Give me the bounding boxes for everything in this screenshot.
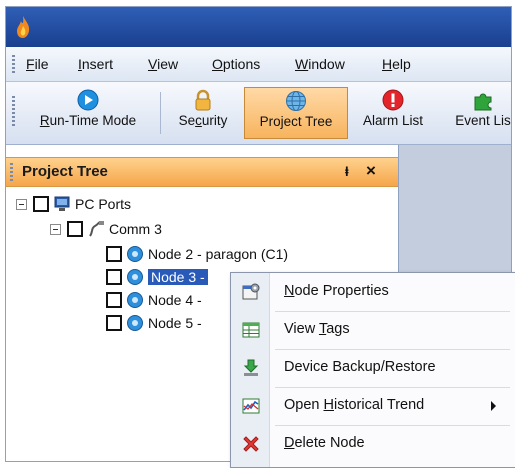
flame-icon [17, 16, 30, 38]
puzzle-icon [474, 93, 492, 111]
pc-icon [54, 196, 70, 211]
pin-icon[interactable]: ⱡ [345, 164, 349, 179]
menu-item-open-historical-trend[interactable]: Open Historical Trend [231, 387, 515, 425]
node-icon [127, 315, 143, 331]
alarm-icon [382, 89, 404, 111]
menu-window[interactable]: Window [295, 56, 345, 72]
collapse-icon[interactable] [50, 223, 61, 235]
tree-item-node-3[interactable]: Node 3 - [106, 267, 208, 287]
menu-item-label: View Tags [284, 321, 350, 337]
tree-item-comm-3[interactable]: Comm 3 [50, 219, 162, 239]
menu-help[interactable]: Help [382, 56, 411, 72]
delete-icon [243, 436, 259, 452]
panel-title: Project Tree [22, 163, 108, 180]
menu-insert[interactable]: Insert [78, 56, 113, 72]
panel-header: Project Tree ⱡ × [6, 157, 398, 187]
checkbox[interactable] [33, 196, 49, 212]
globe-icon [286, 91, 306, 111]
collapse-icon[interactable] [16, 198, 27, 210]
menu-item-delete-node[interactable]: Delete Node [231, 425, 515, 463]
tree-label: Node 5 - [148, 315, 202, 331]
menu-item-view-tags[interactable]: View Tags [231, 311, 515, 349]
panel-grip[interactable] [10, 163, 13, 181]
run-time-mode-button[interactable]: Run-Time Mode [20, 87, 156, 139]
menu-item-node-properties[interactable]: Node Properties [231, 273, 515, 311]
checkbox[interactable] [106, 315, 122, 331]
menu-view[interactable]: View [148, 56, 178, 72]
node-icon [127, 246, 143, 262]
tree-label: Node 4 - [148, 292, 202, 308]
lock-icon [195, 89, 211, 111]
backup-icon [243, 359, 259, 376]
trend-icon [242, 398, 260, 414]
tree-item-node-5[interactable]: Node 5 - [106, 313, 202, 333]
checkbox[interactable] [106, 246, 122, 262]
table-icon [242, 322, 260, 338]
checkbox[interactable] [106, 269, 122, 285]
close-icon[interactable]: × [366, 161, 376, 181]
menu-options[interactable]: Options [212, 56, 260, 72]
context-menu: Node Properties View Tags Device Backup/… [230, 272, 515, 468]
menu-bar: File Insert View Options Window Help [6, 47, 511, 82]
toolbar-separator [160, 92, 161, 134]
cable-icon [89, 221, 104, 237]
project-tree-button[interactable]: Project Tree [244, 87, 348, 139]
menubar-grip[interactable] [12, 55, 15, 73]
security-button[interactable]: Security [166, 87, 240, 139]
menu-item-device-backup-restore[interactable]: Device Backup/Restore [231, 349, 515, 387]
toolbar: Run-Time Mode Security Project Tree Alar… [6, 82, 511, 145]
menu-file[interactable]: File [26, 56, 49, 72]
toolbar-grip[interactable] [12, 96, 15, 126]
event-list-button[interactable]: Event Lis [438, 87, 511, 139]
tree-item-pc-ports[interactable]: PC Ports [16, 194, 131, 214]
tree-label-selected: Node 3 - [148, 269, 208, 285]
menu-item-label: Delete Node [284, 435, 365, 451]
menu-item-label: Open Historical Trend [284, 397, 425, 413]
alarm-list-button[interactable]: Alarm List [352, 87, 434, 139]
properties-icon [242, 283, 260, 300]
tree-label: Comm 3 [109, 221, 162, 237]
tree-item-node-2[interactable]: Node 2 - paragon (C1) [106, 244, 288, 264]
title-bar [6, 7, 511, 47]
node-icon [127, 269, 143, 285]
checkbox[interactable] [67, 221, 83, 237]
menu-item-label: Device Backup/Restore [284, 359, 436, 375]
node-icon [127, 292, 143, 308]
menu-item-label: Node Properties [284, 283, 389, 299]
tree-label: Node 2 - paragon (C1) [148, 246, 289, 262]
checkbox[interactable] [106, 292, 122, 308]
submenu-arrow-icon [491, 401, 496, 411]
play-icon [77, 89, 99, 111]
tree-item-node-4[interactable]: Node 4 - [106, 290, 202, 310]
tree-label: PC Ports [75, 196, 132, 212]
